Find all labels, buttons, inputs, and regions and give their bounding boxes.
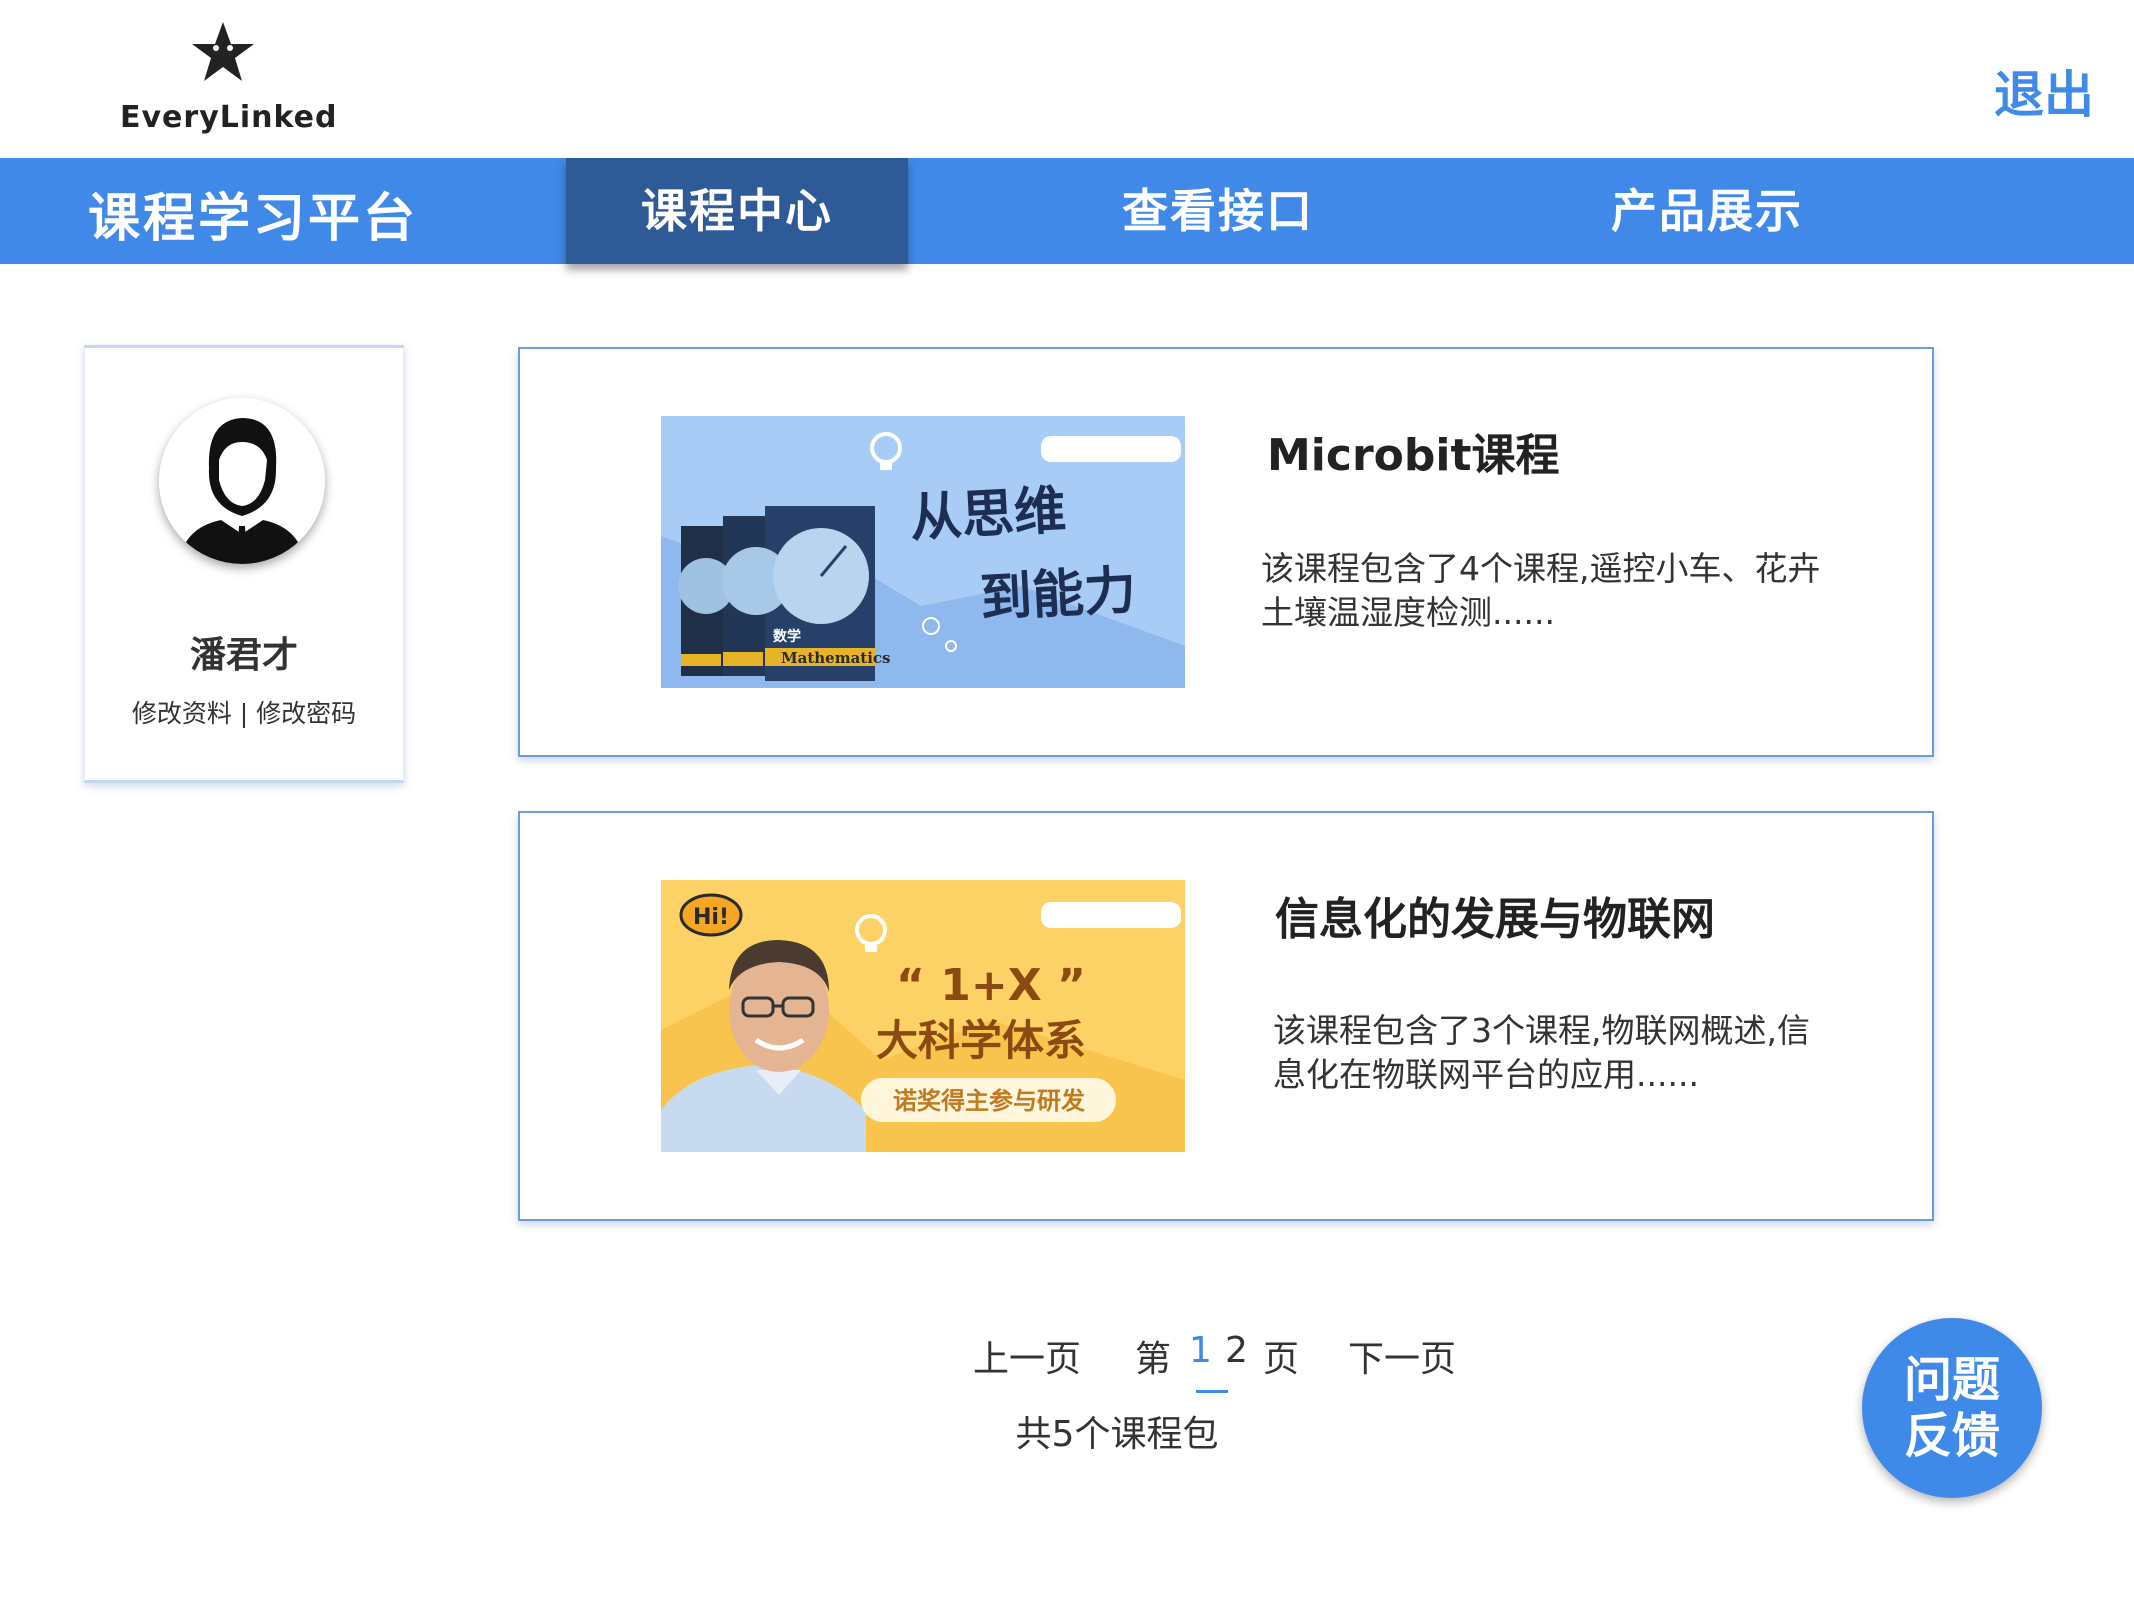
nav-tab-course-center[interactable]: 课程中心 <box>566 158 908 264</box>
logo-text: EveryLinked <box>120 100 338 135</box>
page-prefix: 第 <box>1135 1339 1172 1380</box>
nav-tab-product-showcase[interactable]: 产品展示 <box>1536 158 1878 264</box>
change-password-link[interactable]: 修改密码 <box>256 699 356 728</box>
star-logo-icon <box>192 22 254 81</box>
course-thumbnail[interactable]: 数学 Mathematics 从思维 到能力 <box>661 416 1185 688</box>
user-avatar-icon <box>159 398 325 564</box>
course-title[interactable]: Microbit课程 <box>1267 419 1560 483</box>
course-title[interactable]: 信息化的发展与物联网 <box>1275 883 1715 947</box>
feedback-label-line1: 问题 <box>1903 1352 2000 1408</box>
course-thumbnail[interactable]: Hi! “ 1+X ” 大科学体系 诺奖得主参与研发 <box>661 880 1185 1152</box>
course-card[interactable]: 数学 Mathematics 从思维 到能力 Microbit课程 该课程包含了… <box>518 347 1934 757</box>
platform-title: 课程学习平台 <box>88 189 419 249</box>
book-label: Mathematics <box>781 649 891 667</box>
feedback-label-line2: 反馈 <box>1903 1408 2000 1464</box>
edit-profile-link[interactable]: 修改资料 <box>132 699 232 728</box>
banner-text: 诺奖得主参与研发 <box>893 1087 1085 1115</box>
avatar[interactable] <box>159 398 325 564</box>
course-description: 该课程包含了3个课程,物联网概述,信息化在物联网平台的应用...... <box>1273 1011 1810 1094</box>
banner-text: 到能力 <box>979 561 1138 629</box>
hi-bubble-text: Hi! <box>693 905 729 930</box>
course-package-count: 共5个课程包 <box>1015 1414 1219 1455</box>
everylinked-logo[interactable]: EveryLinked <box>120 18 336 135</box>
page-suffix: 页 <box>1263 1339 1300 1380</box>
user-name: 潘君才 <box>189 635 298 676</box>
banner-text: “ 1+X ” <box>896 960 1086 1011</box>
book-label: 数学 <box>773 628 801 645</box>
pagination: 上一页 第 1 2 页 下一页 <box>0 1330 2134 1390</box>
current-page-indicator <box>1196 1390 1228 1393</box>
nav-tab-view-interface[interactable]: 查看接口 <box>1047 158 1389 264</box>
profile-links: 修改资料 | 修改密码 <box>85 694 403 730</box>
page-link-2[interactable]: 2 <box>1225 1330 1248 1371</box>
banner-text: 从思维 <box>909 481 1068 549</box>
page-link-1[interactable]: 1 <box>1189 1330 1212 1371</box>
course-card[interactable]: Hi! “ 1+X ” 大科学体系 诺奖得主参与研发 信息化的发展与物联网 该课… <box>518 811 1934 1221</box>
feedback-button[interactable]: 问题 反馈 <box>1862 1318 2042 1498</box>
next-page-link[interactable]: 下一页 <box>1348 1330 1456 1382</box>
profile-card: 潘君才 修改资料 | 修改密码 <box>84 345 404 783</box>
link-separator: | <box>239 699 249 728</box>
header: EveryLinked 退出 <box>0 0 2134 158</box>
logout-button[interactable]: 退出 <box>1994 55 2094 127</box>
main-nav: 课程学习平台 课程中心 查看接口 产品展示 <box>0 158 2134 264</box>
course-description: 该课程包含了4个课程,遥控小车、花卉土壤温湿度检测...... <box>1261 549 1821 632</box>
banner-text: 大科学体系 <box>876 1016 1086 1065</box>
prev-page-link[interactable]: 上一页 <box>973 1330 1081 1382</box>
